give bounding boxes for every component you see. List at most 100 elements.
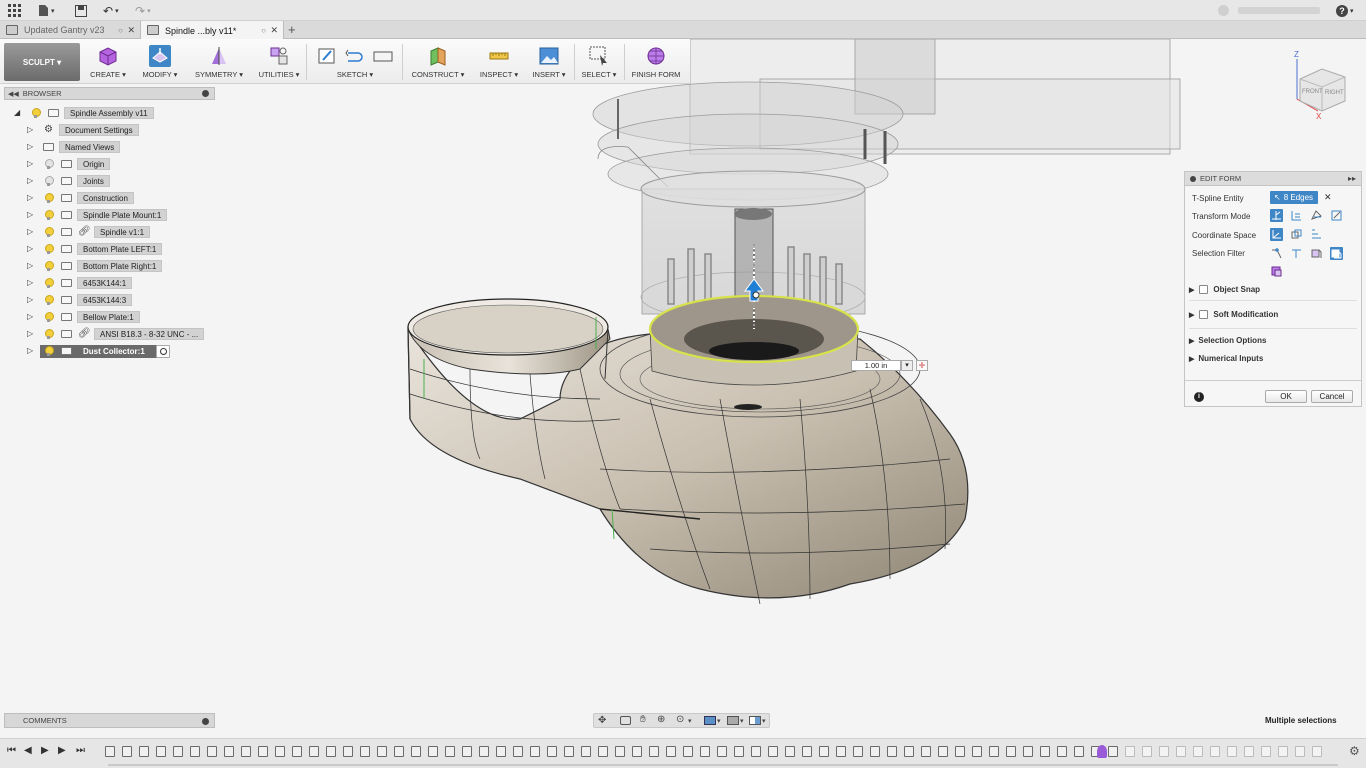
expand-triangle-icon[interactable]: ▶ xyxy=(1189,337,1194,345)
timeline-feature-icon[interactable] xyxy=(1193,746,1203,757)
construct-menu[interactable]: CONSTRUCT ▾ xyxy=(408,39,468,84)
save-icon[interactable] xyxy=(75,3,87,18)
finish-form-button[interactable]: FINISH FORM xyxy=(628,39,684,84)
expand-triangle-icon[interactable]: ▷ xyxy=(27,244,33,253)
visibility-bulb-icon[interactable] xyxy=(44,176,54,186)
select-menu[interactable]: SELECT ▾ xyxy=(578,39,620,84)
timeline-feature-icon[interactable] xyxy=(853,746,863,757)
timeline-feature-icon[interactable] xyxy=(1108,746,1118,757)
create-menu[interactable]: CREATE ▾ xyxy=(88,39,128,84)
timeline-feature-icon[interactable] xyxy=(1278,746,1288,757)
expand-triangle-icon[interactable]: ▷ xyxy=(27,176,33,185)
insert-menu[interactable]: INSERT ▾ xyxy=(528,39,570,84)
timeline-feature-icon[interactable] xyxy=(938,746,948,757)
timeline-feature-icon[interactable] xyxy=(836,746,846,757)
tree-item-bellow-plate[interactable]: ▷ Bellow Plate:1 xyxy=(0,311,215,324)
timeline-feature-icon[interactable] xyxy=(751,746,761,757)
timeline-feature-icon[interactable] xyxy=(598,746,608,757)
timeline-feature-icon[interactable] xyxy=(496,746,506,757)
redo-icon[interactable]: ↷ ▾ xyxy=(135,3,151,18)
timeline-feature-icon[interactable] xyxy=(1210,746,1220,757)
tree-item-6453k144-1[interactable]: ▷ 6453K144:1 xyxy=(0,277,215,290)
pan-hand-icon[interactable]: ✋︎ xyxy=(640,714,646,725)
visibility-bulb-icon[interactable] xyxy=(44,329,54,339)
distance-input-widget[interactable]: 1.00 in ▾ ✛ xyxy=(851,359,939,372)
timeline-feature-icon[interactable] xyxy=(581,746,591,757)
collapse-icon[interactable]: ◀◀ xyxy=(8,90,19,98)
timeline-feature-icon[interactable] xyxy=(1006,746,1016,757)
inspect-menu[interactable]: INSPECT ▾ xyxy=(476,39,522,84)
visibility-bulb-icon[interactable] xyxy=(44,244,54,254)
edit-form-header[interactable]: EDIT FORM ▸▸ xyxy=(1185,172,1361,186)
sketch-menu[interactable]: SKETCH ▾ xyxy=(312,39,398,84)
timeline-feature-icon[interactable] xyxy=(632,746,642,757)
timeline-feature-icon[interactable] xyxy=(1040,746,1050,757)
tree-item-construction[interactable]: ▷ Construction xyxy=(0,192,215,205)
timeline-feature-icon[interactable] xyxy=(666,746,676,757)
expand-triangle-icon[interactable]: ▷ xyxy=(27,159,33,168)
browser-panel-header[interactable]: ◀◀ BROWSER xyxy=(4,87,215,100)
viewports-icon[interactable] xyxy=(749,716,761,725)
numerical-inputs-row[interactable]: ▶ Numerical Inputs xyxy=(1189,354,1263,363)
expand-triangle-icon[interactable]: ▶ xyxy=(1189,286,1194,294)
timeline-feature-icon[interactable] xyxy=(547,746,557,757)
timeline-feature-icon[interactable] xyxy=(394,746,404,757)
pin-icon[interactable] xyxy=(202,718,209,725)
timeline-feature-icon[interactable] xyxy=(717,746,727,757)
timeline-feature-icon[interactable] xyxy=(1159,746,1169,757)
timeline-feature-icon[interactable] xyxy=(972,746,982,757)
selection-options-row[interactable]: ▶ Selection Options xyxy=(1189,336,1266,345)
cancel-button[interactable]: Cancel xyxy=(1311,390,1353,403)
object-snap-checkbox[interactable] xyxy=(1199,285,1209,294)
tab-spindle-assembly[interactable]: Spindle ...bly v11* ○ ✕ xyxy=(141,21,284,40)
tree-item-bottom-plate-left[interactable]: ▷ Bottom Plate LEFT:1 xyxy=(0,243,215,256)
timeline-feature-icon[interactable] xyxy=(1176,746,1186,757)
visibility-bulb-icon[interactable] xyxy=(31,108,41,118)
timeline-feature-icon[interactable] xyxy=(411,746,421,757)
expand-triangle-icon[interactable]: ▷ xyxy=(27,346,33,355)
timeline-feature-icon[interactable] xyxy=(615,746,625,757)
undo-icon[interactable]: ↶ ▾ xyxy=(103,3,119,18)
tree-item-named-views[interactable]: ▷ Named Views xyxy=(0,141,215,154)
help-icon[interactable]: ? ▾ xyxy=(1336,3,1354,18)
timeline-feature-icon[interactable] xyxy=(870,746,880,757)
world-space-icon[interactable] xyxy=(1270,228,1283,241)
timeline-feature-icon[interactable] xyxy=(377,746,387,757)
body-filter-icon[interactable] xyxy=(1270,265,1283,278)
timeline-feature-icon[interactable] xyxy=(802,746,812,757)
visibility-bulb-icon[interactable] xyxy=(44,346,54,356)
timeline-feature-icon[interactable] xyxy=(1295,746,1305,757)
timeline-feature-icon[interactable] xyxy=(683,746,693,757)
timeline-feature-icon[interactable] xyxy=(156,746,166,757)
timeline-feature-icon[interactable] xyxy=(904,746,914,757)
timeline-feature-icon[interactable] xyxy=(1312,746,1322,757)
rotation-icon[interactable] xyxy=(1310,209,1323,222)
timeline-feature-icon[interactable] xyxy=(309,746,319,757)
timeline-feature-icon[interactable] xyxy=(1057,746,1067,757)
tree-item-ansi-screw[interactable]: ▷ 🔗︎ ANSI B18.3 - 8-32 UNC - ... xyxy=(0,328,215,341)
tree-item-spindle-plate-mount[interactable]: ▷ Spindle Plate Mount:1 xyxy=(0,209,215,222)
job-status-icon[interactable] xyxy=(1218,5,1229,16)
timeline-feature-icon[interactable] xyxy=(479,746,489,757)
visibility-bulb-icon[interactable] xyxy=(44,312,54,322)
timeline-feature-icon[interactable] xyxy=(360,746,370,757)
expand-triangle-icon[interactable]: ▷ xyxy=(27,125,33,134)
expand-triangle-icon[interactable]: ▷ xyxy=(27,227,33,236)
tree-item-6453k144-3[interactable]: ▷ 6453K144:3 xyxy=(0,294,215,307)
grid-snaps-icon[interactable] xyxy=(727,716,739,725)
new-tab-icon[interactable]: + xyxy=(288,22,296,37)
visibility-bulb-icon[interactable] xyxy=(44,193,54,203)
info-icon[interactable]: i xyxy=(1194,392,1204,402)
expand-triangle-icon[interactable]: ▷ xyxy=(27,142,33,151)
close-icon[interactable]: ✕ xyxy=(270,25,278,36)
timeline-feature-icon[interactable] xyxy=(292,746,302,757)
timeline-feature-icon[interactable] xyxy=(326,746,336,757)
measure-icon[interactable]: ✛ xyxy=(916,360,928,371)
timeline-feature-icon[interactable] xyxy=(955,746,965,757)
visibility-bulb-icon[interactable] xyxy=(44,278,54,288)
timeline-feature-icon[interactable] xyxy=(462,746,472,757)
gear-icon[interactable]: ⚙ xyxy=(1349,744,1360,758)
timeline-feature-icon[interactable] xyxy=(445,746,455,757)
timeline-feature-icon[interactable] xyxy=(1244,746,1254,757)
zoom-icon[interactable]: ⊕ xyxy=(657,714,665,725)
